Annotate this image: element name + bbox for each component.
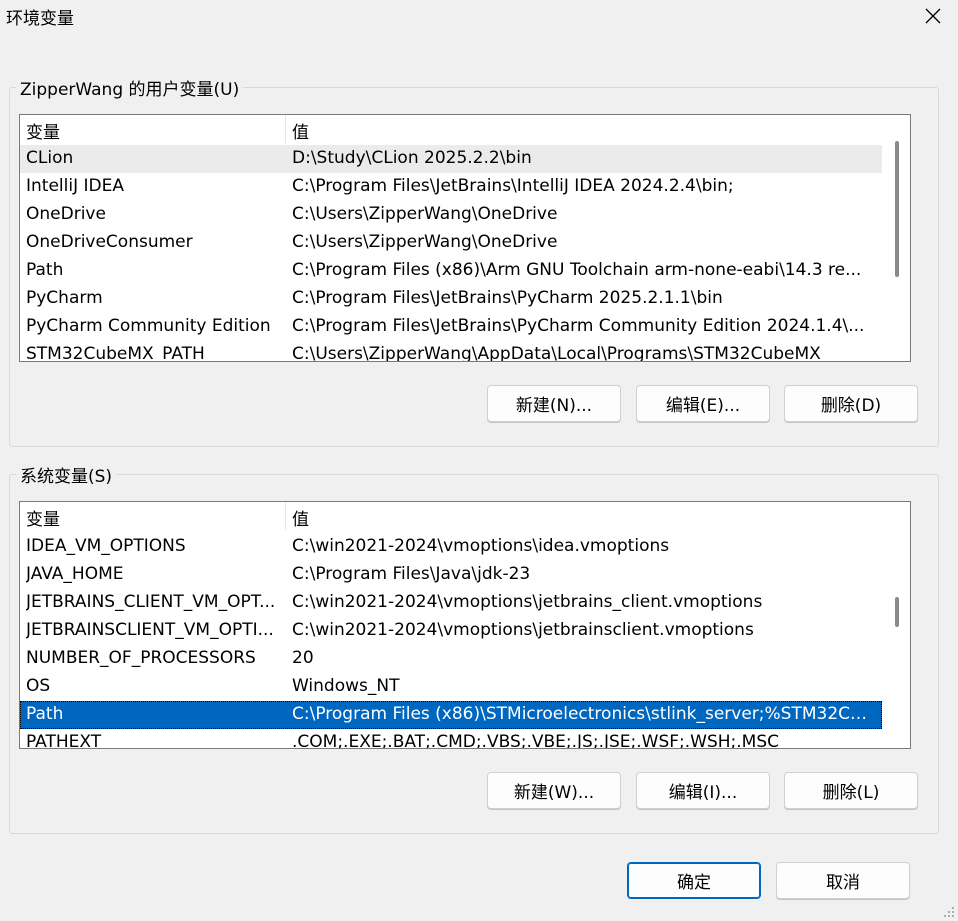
variable-name: Path: [26, 260, 64, 280]
variable-name: Path: [26, 704, 64, 724]
variable-name: OneDrive: [26, 204, 106, 224]
table-row[interactable]: OneDrive C:\Users\ZipperWang\OneDrive: [20, 201, 882, 229]
variable-name: JETBRAINSCLIENT_VM_OPTI...: [26, 620, 274, 640]
table-row[interactable]: PATHEXT .COM;.EXE;.BAT;.CMD;.VBS;.VBE;.J…: [20, 729, 882, 749]
system-edit-button[interactable]: 编辑(I)...: [636, 772, 770, 809]
table-row[interactable]: PyCharm Community Edition C:\Program Fil…: [20, 313, 882, 341]
header-variable[interactable]: 变量: [26, 118, 284, 143]
variable-value: C:\Users\ZipperWang\AppData\Local\Progra…: [292, 344, 821, 362]
table-row[interactable]: JETBRAINS_CLIENT_VM_OPT... C:\win2021-20…: [20, 589, 882, 617]
variable-value: Windows_NT: [292, 676, 400, 696]
list-header: 变量 值: [20, 115, 882, 143]
variable-name: IDEA_VM_OPTIONS: [26, 536, 186, 556]
close-button[interactable]: [916, 2, 950, 30]
variable-value: C:\Users\ZipperWang\OneDrive: [292, 204, 558, 224]
scroll-thumb[interactable]: [895, 597, 899, 627]
list-header: 变量 值: [20, 502, 882, 530]
resize-grip-icon[interactable]: [943, 906, 955, 918]
variable-value: C:\Program Files\JetBrains\PyCharm Commu…: [292, 316, 865, 336]
system-variables-list[interactable]: 变量 值 IDEA_VM_OPTIONS C:\win2021-2024\vmo…: [19, 501, 911, 749]
window-title: 环境变量: [6, 9, 74, 29]
variable-value: C:\Program Files\JetBrains\IntelliJ IDEA…: [292, 176, 734, 196]
table-row[interactable]: JETBRAINSCLIENT_VM_OPTI... C:\win2021-20…: [20, 617, 882, 645]
table-row[interactable]: Path C:\Program Files (x86)\Arm GNU Tool…: [20, 257, 882, 285]
table-row[interactable]: NUMBER_OF_PROCESSORS 20: [20, 645, 882, 673]
table-row[interactable]: OS Windows_NT: [20, 673, 882, 701]
header-variable[interactable]: 变量: [26, 505, 284, 530]
table-row[interactable]: IntelliJ IDEA C:\Program Files\JetBrains…: [20, 173, 882, 201]
header-value[interactable]: 值: [292, 505, 875, 530]
column-divider[interactable]: [285, 115, 286, 143]
cancel-button[interactable]: 取消: [776, 862, 910, 899]
variable-value: C:\Program Files (x86)\Arm GNU Toolchain…: [292, 260, 862, 280]
close-icon: [925, 8, 941, 24]
variable-value: C:\Program Files\Java\jdk-23: [292, 564, 531, 584]
variable-value: 20: [292, 648, 314, 668]
variable-name: PyCharm: [26, 288, 103, 308]
table-row-selected[interactable]: Path C:\Program Files (x86)\STMicroelect…: [20, 701, 882, 729]
table-row[interactable]: STM32CubeMX_PATH C:\Users\ZipperWang\App…: [20, 341, 882, 362]
variable-name: JAVA_HOME: [26, 564, 124, 584]
system-variables-label: 系统变量(S): [16, 462, 117, 487]
table-row[interactable]: PyCharm C:\Program Files\JetBrains\PyCha…: [20, 285, 882, 313]
scroll-thumb[interactable]: [895, 141, 899, 277]
ok-button[interactable]: 确定: [627, 862, 761, 899]
variable-name: PyCharm Community Edition: [26, 316, 271, 336]
variable-value: D:\Study\CLion 2025.2.2\bin: [292, 148, 532, 168]
variable-value: C:\Program Files (x86)\STMicroelectronic…: [292, 704, 875, 724]
variable-value: C:\Program Files\JetBrains\PyCharm 2025.…: [292, 288, 723, 308]
user-list-scrollbar[interactable]: [883, 115, 910, 361]
variable-value: C:\win2021-2024\vmoptions\idea.vmoptions: [292, 536, 670, 556]
variable-value: .COM;.EXE;.BAT;.CMD;.VBS;.VBE;.JS;.JSE;.…: [292, 732, 780, 749]
title-bar: 环境变量: [0, 0, 958, 34]
table-row[interactable]: JAVA_HOME C:\Program Files\Java\jdk-23: [20, 561, 882, 589]
user-edit-button[interactable]: 编辑(E)...: [636, 385, 770, 422]
variable-name: PATHEXT: [26, 732, 102, 749]
column-divider[interactable]: [285, 502, 286, 530]
variable-value: C:\win2021-2024\vmoptions\jetbrainsclien…: [292, 620, 754, 640]
system-delete-button[interactable]: 删除(L): [784, 772, 918, 809]
variable-name: OS: [26, 676, 51, 696]
variable-name: OneDriveConsumer: [26, 232, 193, 252]
user-variables-list[interactable]: 变量 值 CLion D:\Study\CLion 2025.2.2\bin I…: [19, 114, 911, 362]
variable-name: STM32CubeMX_PATH: [26, 344, 205, 362]
user-new-button[interactable]: 新建(N)...: [487, 385, 621, 422]
variable-name: CLion: [26, 148, 74, 168]
table-row[interactable]: CLion D:\Study\CLion 2025.2.2\bin: [20, 145, 882, 173]
system-new-button[interactable]: 新建(W)...: [487, 772, 621, 809]
header-value[interactable]: 值: [292, 118, 875, 143]
user-variables-label: ZipperWang 的用户变量(U): [16, 75, 244, 100]
variable-name: NUMBER_OF_PROCESSORS: [26, 648, 256, 668]
system-list-scrollbar[interactable]: [883, 502, 910, 748]
user-delete-button[interactable]: 删除(D): [784, 385, 918, 422]
variable-name: IntelliJ IDEA: [26, 176, 124, 196]
variable-value: C:\win2021-2024\vmoptions\jetbrains_clie…: [292, 592, 763, 612]
table-row[interactable]: OneDriveConsumer C:\Users\ZipperWang\One…: [20, 229, 882, 257]
variable-name: JETBRAINS_CLIENT_VM_OPT...: [26, 592, 276, 612]
variable-value: C:\Users\ZipperWang\OneDrive: [292, 232, 558, 252]
table-row[interactable]: IDEA_VM_OPTIONS C:\win2021-2024\vmoption…: [20, 533, 882, 561]
